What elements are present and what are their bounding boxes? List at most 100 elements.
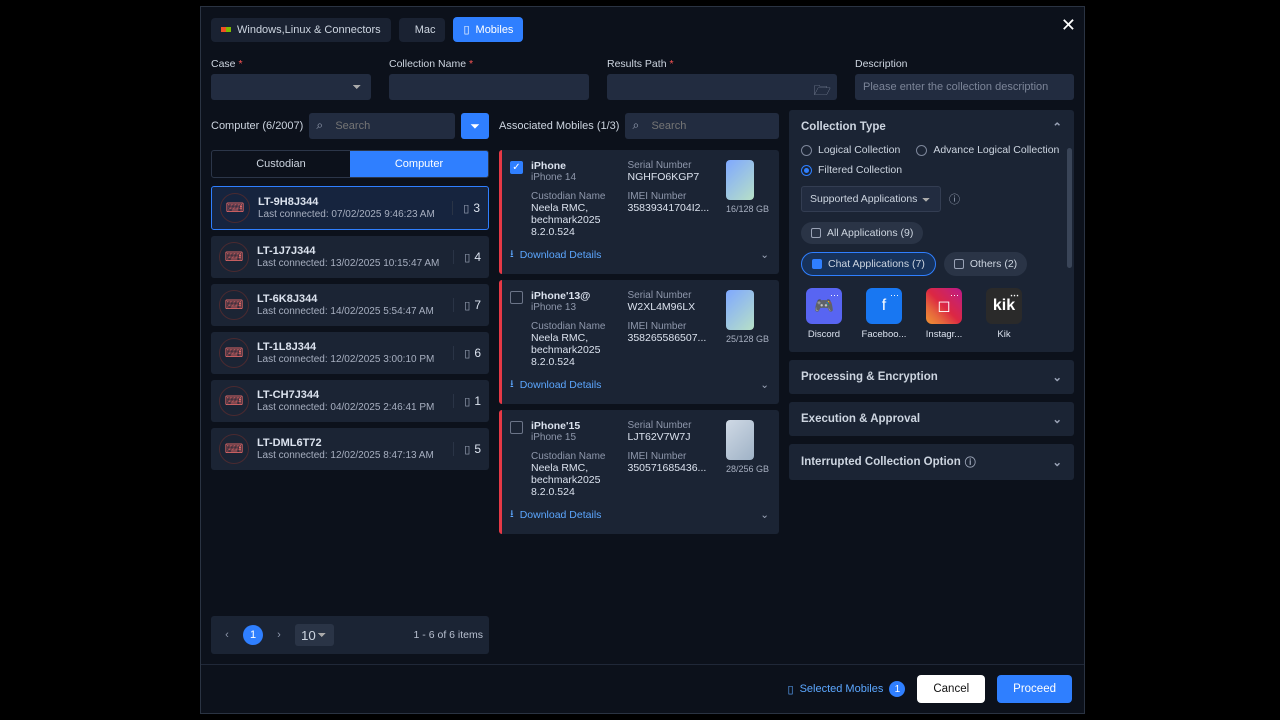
modal-footer: ▯ Selected Mobiles 1 Cancel Proceed [201,664,1084,713]
mobiles-search-input[interactable] [625,113,779,139]
download-details-link[interactable]: ⭳Download Details ⌄ [510,506,769,524]
execution-header[interactable]: Execution & Approval⌄ [789,402,1074,436]
label-results-path: Results Path * [607,58,837,70]
case-select[interactable] [211,74,371,100]
mobiles-header: Associated Mobiles (1/3) [499,120,619,132]
info-icon[interactable]: ⓘ [949,191,960,207]
more-icon[interactable]: ⋯ [830,290,839,301]
selected-mobiles-link[interactable]: ▯ Selected Mobiles 1 [788,681,906,697]
computer-item[interactable]: ⌨ LT-1L8J344 Last connected: 12/02/2025 … [211,332,489,374]
computer-search-input[interactable] [309,113,455,139]
storage-value: 28/256 GB [726,464,769,474]
proceed-button[interactable]: Proceed [997,675,1072,703]
laptop-icon: ⌨ [220,193,250,223]
phone-image [726,160,754,200]
mobile-icon: ▯ [464,395,470,408]
computer-item[interactable]: ⌨ LT-9H8J344 Last connected: 07/02/2025 … [211,186,489,230]
computer-date: Last connected: 04/02/2025 2:46:41 PM [257,401,445,414]
computer-date: Last connected: 12/02/2025 8:47:13 AM [257,449,445,462]
computer-name: LT-6K8J344 [257,293,445,305]
download-details-link[interactable]: ⭳Download Details ⌄ [510,246,769,264]
results-path-input[interactable] [607,74,837,100]
mobile-checkbox[interactable] [510,421,523,434]
radio-logical[interactable]: Logical Collection [801,144,900,156]
mobile-title: iPhone'13@ [531,290,621,302]
tab-windows[interactable]: Windows,Linux & Connectors [211,18,391,42]
mobile-title: iPhone'15 [531,420,621,432]
filter-button[interactable]: ⏷ [461,113,489,139]
section-execution: Execution & Approval⌄ [789,402,1074,436]
imei-value: 350571685436... [627,462,717,474]
radio-filtered[interactable]: Filtered Collection [801,164,902,176]
mobile-checkbox[interactable] [510,291,523,304]
tab-label: Mac [415,24,436,36]
page-current[interactable]: 1 [243,625,263,645]
modal-frame: ✕ Windows,Linux & Connectors Mac ▯ Mobil… [200,6,1085,714]
laptop-icon: ⌨ [219,386,249,416]
app-name: Discord [801,329,847,340]
mobile-title: iPhone [531,160,621,172]
computer-header: Computer (6/2007) [211,120,303,132]
chip-chat-apps[interactable]: Chat Applications (7) [801,252,936,276]
serial-value: LJT62V7W7J [627,431,717,443]
download-details-link[interactable]: ⭳Download Details ⌄ [510,376,769,394]
top-tabs: Windows,Linux & Connectors Mac ▯ Mobiles [201,7,1084,42]
label-case: Case * [211,58,371,70]
radio-advance[interactable]: Advance Logical Collection [916,144,1059,156]
more-icon[interactable]: ⋯ [1010,290,1019,301]
page-next[interactable]: › [269,625,289,645]
mobile-icon: ▯ [464,443,470,456]
computer-item[interactable]: ⌨ LT-DML6T72 Last connected: 12/02/2025 … [211,428,489,470]
page-size-select[interactable]: 10 [295,624,334,646]
search-icon: ⌕ [316,118,323,133]
folder-icon[interactable]: 🗁 [814,80,831,104]
tab-mobiles[interactable]: ▯ Mobiles [453,17,523,42]
mobile-item: iPhone'13@ iPhone 13 Serial Number W2XL4… [499,280,779,404]
download-icon: ⭳ [510,506,514,524]
mobile-count: ▯3 [452,201,480,215]
mobile-checkbox[interactable]: ✓ [510,161,523,174]
label-collection-name: Collection Name * [389,58,589,70]
computer-item[interactable]: ⌨ LT-CH7J344 Last connected: 04/02/2025 … [211,380,489,422]
phone-image [726,420,754,460]
tab-label: Mobiles [476,24,514,36]
segment-custodian[interactable]: Custodian [212,151,350,177]
storage-value: 16/128 GB [726,204,769,214]
app-tile[interactable]: ⋯f Faceboo... [861,288,907,340]
chevron-down-icon[interactable]: ⌄ [760,249,769,261]
tab-mac[interactable]: Mac [399,18,446,42]
collection-type-header[interactable]: Collection Type ⌃ [789,110,1074,144]
download-icon: ⭳ [510,376,514,394]
laptop-icon: ⌨ [219,290,249,320]
computer-date: Last connected: 13/02/2025 10:15:47 AM [257,257,445,270]
chevron-down-icon[interactable]: ⌄ [760,509,769,521]
app-icon: f [882,297,886,315]
chevron-down-icon[interactable]: ⌄ [760,379,769,391]
scrollbar-thumb[interactable] [1067,148,1072,268]
more-icon[interactable]: ⋯ [890,290,899,301]
supported-apps-select[interactable]: Supported Applications [801,186,941,212]
app-tile[interactable]: ⋯🎮 Discord [801,288,847,340]
app-tile[interactable]: ⋯◻ Instagr... [921,288,967,340]
page-prev[interactable]: ‹ [217,625,237,645]
interrupted-header[interactable]: Interrupted Collection Optionⓘ⌄ [789,444,1074,480]
chip-others[interactable]: Others (2) [944,252,1027,276]
computer-item[interactable]: ⌨ LT-6K8J344 Last connected: 14/02/2025 … [211,284,489,326]
chip-all-apps[interactable]: All Applications (9) [801,222,923,244]
computer-item[interactable]: ⌨ LT-1J7J344 Last connected: 13/02/2025 … [211,236,489,278]
app-icon: ◻ [937,296,950,316]
description-input[interactable] [855,74,1074,100]
mobile-count: ▯5 [453,442,481,456]
close-icon[interactable]: ✕ [1061,15,1076,36]
cancel-button[interactable]: Cancel [917,675,985,703]
mobile-icon: ▯ [788,683,794,696]
computer-list: ⌨ LT-9H8J344 Last connected: 07/02/2025 … [211,186,489,608]
header-form: Case * Collection Name * Results Path * … [201,42,1084,110]
collection-name-input[interactable] [389,74,589,100]
segment-computer[interactable]: Computer [350,151,488,177]
computer-name: LT-9H8J344 [258,196,444,208]
app-tile[interactable]: ⋯kik Kik [981,288,1027,340]
more-icon[interactable]: ⋯ [950,290,959,301]
processing-header[interactable]: Processing & Encryption⌄ [789,360,1074,394]
section-collection-type: Collection Type ⌃ Logical Collection Adv… [789,110,1074,352]
